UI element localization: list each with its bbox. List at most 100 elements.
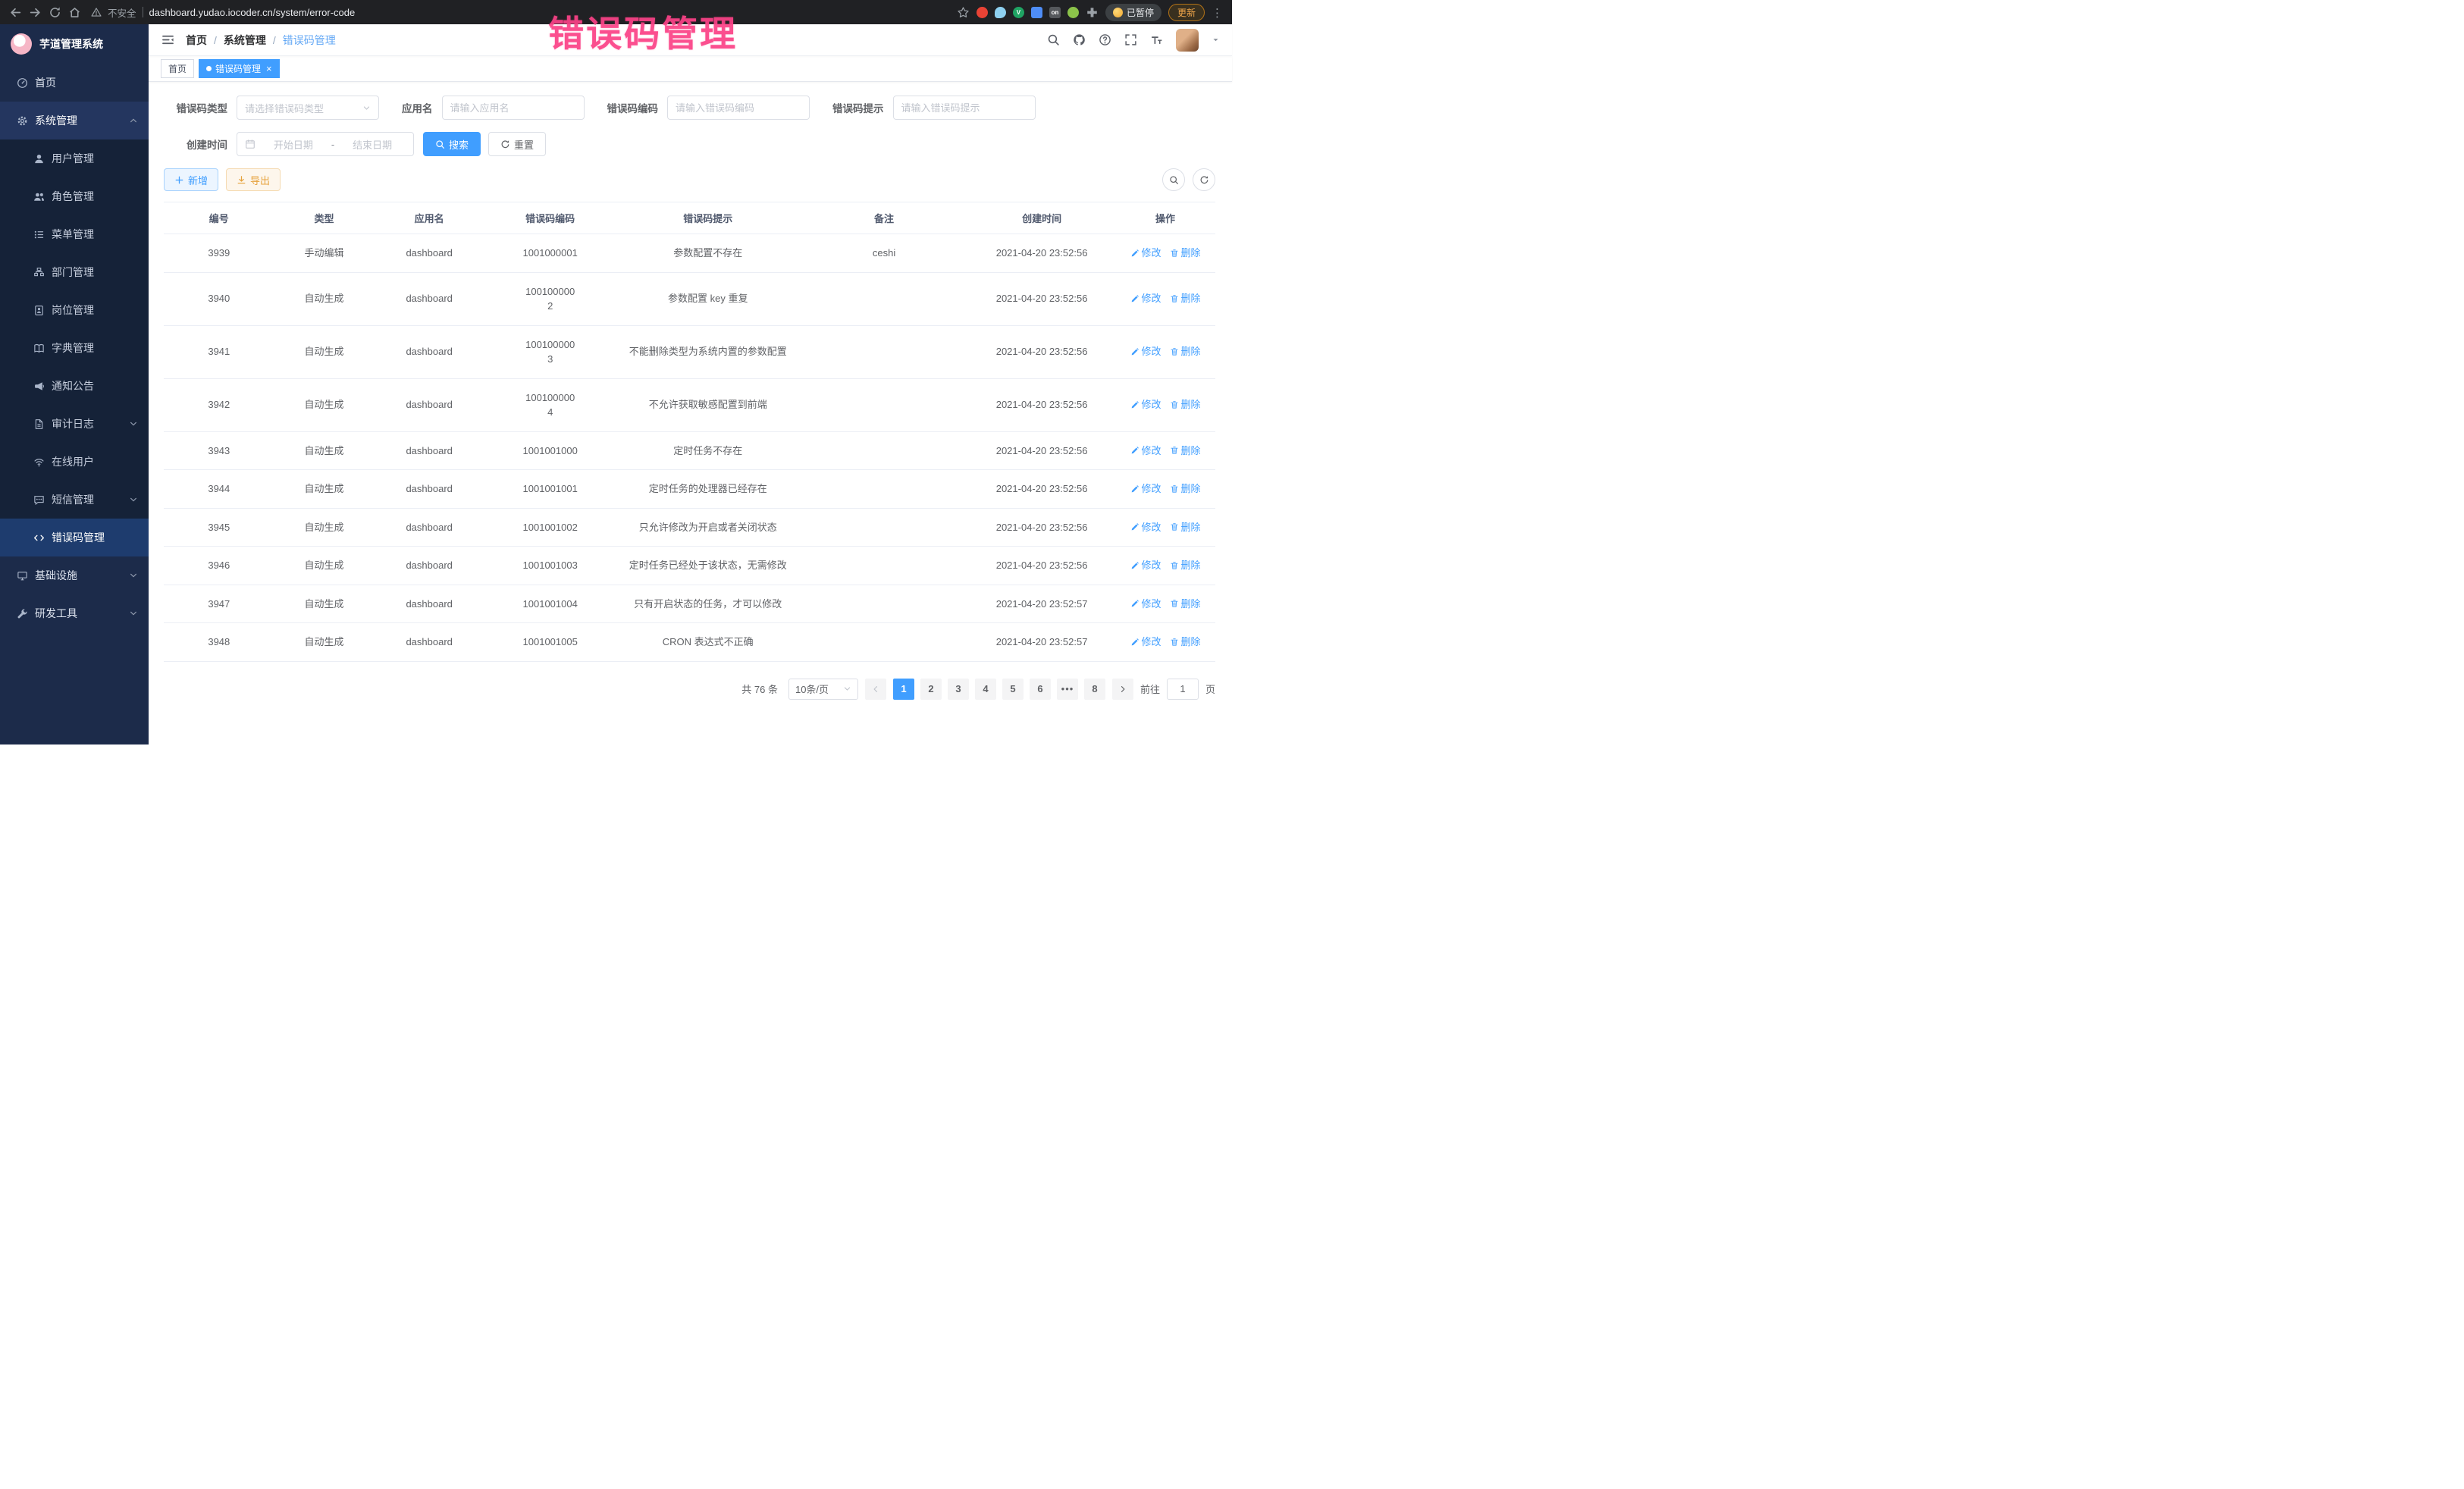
- logo[interactable]: 芋道管理系统: [0, 24, 149, 64]
- edit-link[interactable]: 修改: [1130, 397, 1161, 412]
- cell-actions: 修改删除: [1115, 547, 1215, 585]
- sidebar-item-8[interactable]: 通知公告: [0, 367, 149, 405]
- page-button-6[interactable]: 6: [1030, 679, 1051, 700]
- sidebar-item-label: 菜单管理: [52, 227, 94, 242]
- cell-hint: 只有开启状态的任务，才可以修改: [616, 585, 800, 623]
- cell-app: dashboard: [374, 280, 484, 318]
- reload-icon[interactable]: [49, 6, 61, 19]
- edit-link[interactable]: 修改: [1130, 597, 1161, 612]
- green-leaf-extension-icon[interactable]: [1067, 7, 1079, 18]
- search-button[interactable]: 搜索: [423, 132, 481, 156]
- blue-drop-extension-icon[interactable]: [995, 7, 1006, 18]
- browser-menu-icon[interactable]: ⋮: [1212, 6, 1223, 19]
- prev-page-button[interactable]: [865, 679, 886, 700]
- fullscreen-icon[interactable]: [1124, 33, 1137, 46]
- goto-page-input[interactable]: [1167, 679, 1199, 700]
- page-button-5[interactable]: 5: [1002, 679, 1024, 700]
- edit-link[interactable]: 修改: [1130, 444, 1161, 459]
- sidebar-item-0[interactable]: 首页: [0, 64, 149, 102]
- bookmark-star-icon[interactable]: [957, 6, 970, 19]
- page-button-8[interactable]: 8: [1084, 679, 1105, 700]
- page-button-4[interactable]: 4: [975, 679, 996, 700]
- goto-label: 前往: [1140, 682, 1160, 696]
- delete-link[interactable]: 删除: [1170, 291, 1201, 306]
- edit-link[interactable]: 修改: [1130, 291, 1161, 306]
- delete-link[interactable]: 删除: [1170, 246, 1201, 261]
- edit-link[interactable]: 修改: [1130, 520, 1161, 535]
- sidebar-item-3[interactable]: 角色管理: [0, 177, 149, 215]
- page-button-2[interactable]: 2: [920, 679, 942, 700]
- delete-link[interactable]: 删除: [1170, 481, 1201, 497]
- sidebar-item-2[interactable]: 用户管理: [0, 139, 149, 177]
- sidebar-item-6[interactable]: 岗位管理: [0, 291, 149, 329]
- cell-time: 2021-04-20 23:52:56: [968, 333, 1115, 371]
- avatar-caret-icon[interactable]: [1212, 36, 1220, 44]
- sidebar-item-7[interactable]: 字典管理: [0, 329, 149, 367]
- green-check-extension-icon[interactable]: V: [1013, 7, 1024, 18]
- sidebar-item-12[interactable]: 错误码管理: [0, 519, 149, 556]
- edit-link[interactable]: 修改: [1130, 246, 1161, 261]
- sidebar-item-4[interactable]: 菜单管理: [0, 215, 149, 253]
- toggle-search-button[interactable]: [1162, 168, 1185, 191]
- sidebar-item-11[interactable]: 短信管理: [0, 481, 149, 519]
- page-button-1[interactable]: 1: [893, 679, 914, 700]
- delete-link[interactable]: 删除: [1170, 520, 1201, 535]
- refresh-table-button[interactable]: [1193, 168, 1215, 191]
- error-code-input[interactable]: [667, 96, 810, 120]
- error-hint-input[interactable]: [893, 96, 1036, 120]
- delete-link[interactable]: 删除: [1170, 635, 1201, 650]
- calendar-icon: [245, 139, 255, 149]
- forward-icon[interactable]: [29, 6, 42, 19]
- puzzle-icon[interactable]: [1086, 6, 1099, 19]
- search-icon: [1169, 175, 1179, 185]
- date-range-picker[interactable]: 开始日期 - 结束日期: [237, 132, 414, 156]
- breadcrumb-system[interactable]: 系统管理: [224, 33, 266, 48]
- red-dot-extension-icon[interactable]: [977, 7, 988, 18]
- update-button[interactable]: 更新: [1168, 4, 1205, 21]
- more-pages-button[interactable]: •••: [1057, 679, 1078, 700]
- blue-grid-extension-icon[interactable]: [1031, 7, 1042, 18]
- add-button[interactable]: 新增: [164, 168, 218, 191]
- sidebar-item-14[interactable]: 研发工具: [0, 594, 149, 632]
- breadcrumb-home[interactable]: 首页: [186, 33, 207, 48]
- user-avatar[interactable]: [1176, 29, 1199, 52]
- page-button-3[interactable]: 3: [948, 679, 969, 700]
- delete-link[interactable]: 删除: [1170, 397, 1201, 412]
- tag-close-icon[interactable]: ×: [266, 64, 272, 74]
- edit-link[interactable]: 修改: [1130, 558, 1161, 573]
- browser-home-icon[interactable]: [68, 6, 81, 19]
- sidebar-item-13[interactable]: 基础设施: [0, 556, 149, 594]
- delete-link[interactable]: 删除: [1170, 344, 1201, 359]
- sidebar-item-10[interactable]: 在线用户: [0, 443, 149, 481]
- tag-home[interactable]: 首页: [161, 59, 194, 78]
- sidebar-item-5[interactable]: 部门管理: [0, 253, 149, 291]
- sidebar-item-1[interactable]: 系统管理: [0, 102, 149, 139]
- edit-link[interactable]: 修改: [1130, 635, 1161, 650]
- github-icon[interactable]: [1073, 33, 1086, 46]
- sidebar-menu: 首页系统管理用户管理角色管理菜单管理部门管理岗位管理字典管理通知公告审计日志在线…: [0, 64, 149, 744]
- delete-link[interactable]: 删除: [1170, 597, 1201, 612]
- error-type-select[interactable]: 请选择错误码类型: [237, 96, 379, 120]
- cell-remark: [800, 340, 968, 363]
- on-badge-extension-icon[interactable]: on: [1049, 7, 1061, 18]
- tag-error-code[interactable]: 错误码管理 ×: [199, 59, 280, 78]
- delete-link[interactable]: 删除: [1170, 444, 1201, 459]
- paused-badge[interactable]: 已暂停: [1105, 4, 1161, 21]
- delete-link[interactable]: 删除: [1170, 558, 1201, 573]
- page-size-select[interactable]: 10条/页: [788, 679, 858, 700]
- reset-button[interactable]: 重置: [488, 132, 546, 156]
- back-icon[interactable]: [9, 6, 22, 19]
- export-button[interactable]: 导出: [226, 168, 281, 191]
- hamburger-icon[interactable]: [161, 33, 175, 47]
- edit-link[interactable]: 修改: [1130, 344, 1161, 359]
- font-size-icon[interactable]: [1150, 33, 1163, 46]
- edit-link[interactable]: 修改: [1130, 481, 1161, 497]
- help-icon[interactable]: [1099, 33, 1111, 46]
- app-name-input[interactable]: [442, 96, 585, 120]
- address-bar[interactable]: 不安全 dashboard.yudao.iocoder.cn/system/er…: [91, 5, 947, 20]
- cell-hint: 定时任务不存在: [616, 432, 800, 470]
- next-page-button[interactable]: [1112, 679, 1133, 700]
- filter-row-1: 错误码类型 请选择错误码类型 应用名 错误码编码 错误码提示: [164, 96, 1215, 120]
- sidebar-item-9[interactable]: 审计日志: [0, 405, 149, 443]
- header-search-icon[interactable]: [1047, 33, 1060, 46]
